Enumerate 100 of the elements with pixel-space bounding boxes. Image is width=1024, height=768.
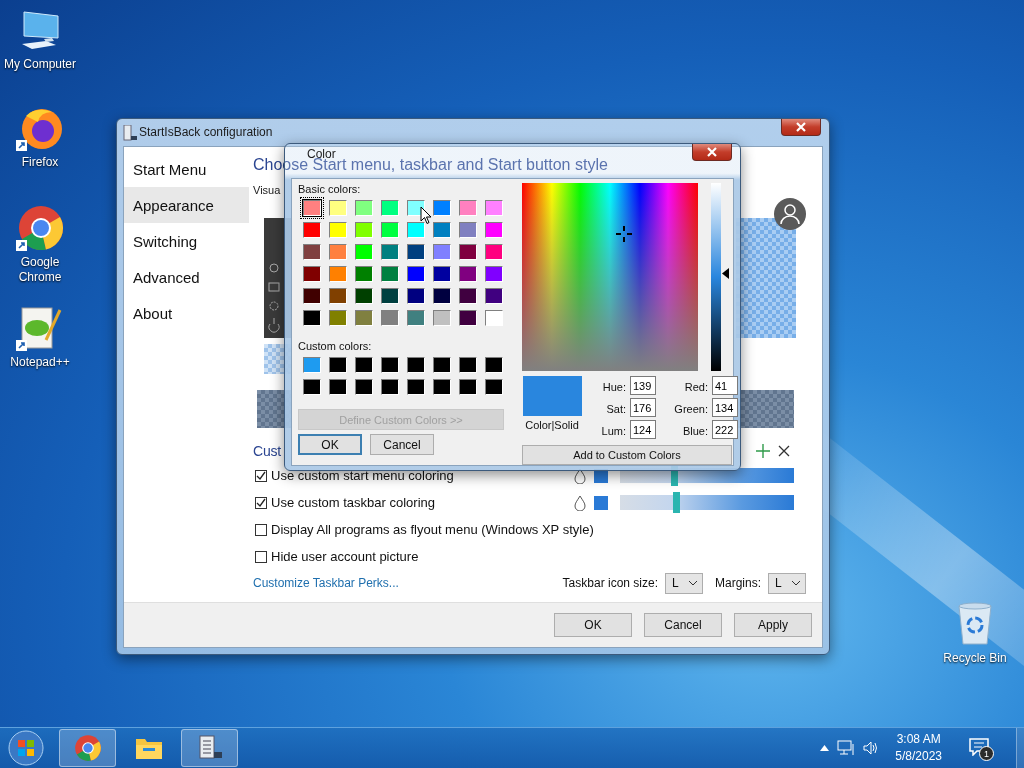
color-swatch[interactable] [329, 244, 347, 260]
color-swatch[interactable] [303, 244, 321, 260]
color-swatch[interactable] [485, 244, 503, 260]
dialog-button[interactable]: Cancel [644, 613, 722, 637]
color-swatch[interactable] [303, 288, 321, 304]
checkbox[interactable] [255, 523, 267, 536]
color-swatch[interactable] [303, 266, 321, 282]
color-swatch[interactable] [303, 222, 321, 238]
color-swatch[interactable] [355, 200, 373, 216]
color-swatch[interactable] [485, 357, 503, 373]
color-swatch[interactable] [407, 288, 425, 304]
color-swatch[interactable] [381, 357, 399, 373]
color-swatch[interactable] [433, 200, 451, 216]
color-swatch[interactable] [329, 379, 347, 395]
luminosity-slider[interactable] [711, 183, 729, 371]
color-square[interactable] [594, 495, 608, 510]
desktop-icon-label[interactable]: Google Chrome [0, 255, 80, 285]
color-swatch[interactable] [433, 357, 451, 373]
color-swatch[interactable] [433, 379, 451, 395]
color-swatch[interactable] [355, 357, 373, 373]
number-field[interactable]: 124 [630, 420, 656, 439]
checkbox-label[interactable]: Use custom start menu coloring [271, 468, 574, 483]
color-swatch[interactable] [355, 222, 373, 238]
color-swatch[interactable] [355, 266, 373, 282]
number-field[interactable]: 222 [712, 420, 738, 439]
color-swatch[interactable] [329, 310, 347, 326]
color-swatch[interactable] [381, 310, 399, 326]
color-swatch[interactable] [329, 200, 347, 216]
color-swatch[interactable] [485, 222, 503, 238]
network-icon[interactable] [837, 740, 856, 756]
dialog-button[interactable]: OK [554, 613, 632, 637]
slider-thumb[interactable] [670, 465, 678, 486]
color-swatch[interactable] [459, 379, 477, 395]
color-swatch[interactable] [433, 222, 451, 238]
nav-item[interactable]: Appearance [124, 187, 249, 223]
dialog-button[interactable]: Apply [734, 613, 812, 637]
color-swatch[interactable] [355, 379, 373, 395]
color-swatch[interactable] [433, 288, 451, 304]
desktop-icon-label[interactable]: My Computer [4, 57, 76, 72]
checkbox[interactable] [255, 469, 267, 482]
checkbox-label[interactable]: Use custom taskbar coloring [271, 495, 574, 510]
color-swatch[interactable] [303, 310, 321, 326]
add-custom-colors-button[interactable]: Add to Custom Colors [522, 445, 732, 465]
checkbox[interactable] [255, 496, 267, 509]
color-swatch[interactable] [303, 379, 321, 395]
color-swatch[interactable] [303, 200, 321, 216]
color-square[interactable] [594, 468, 608, 483]
color-swatch[interactable] [485, 379, 503, 395]
color-swatch[interactable] [355, 244, 373, 260]
checkbox-label[interactable]: Hide user account picture [271, 549, 808, 564]
color-swatch[interactable] [407, 310, 425, 326]
color-swatch[interactable] [485, 288, 503, 304]
color-swatch[interactable] [459, 357, 477, 373]
color-swatch[interactable] [329, 222, 347, 238]
color-swatch[interactable] [459, 222, 477, 238]
color-swatch[interactable] [381, 222, 399, 238]
color-swatch[interactable] [355, 310, 373, 326]
size-select[interactable]: L [665, 572, 703, 594]
color-swatch[interactable] [459, 288, 477, 304]
color-swatch[interactable] [485, 200, 503, 216]
notification-button[interactable]: 1 [964, 733, 994, 763]
color-swatch[interactable] [381, 266, 399, 282]
customize-link[interactable]: Customize Taskbar Perks... [253, 576, 553, 590]
luminosity-arrow-icon[interactable] [722, 268, 729, 280]
number-field[interactable]: 41 [712, 376, 738, 395]
color-spectrum[interactable] [522, 183, 698, 371]
ok-button[interactable]: OK [298, 434, 362, 455]
color-swatch[interactable] [381, 244, 399, 260]
color-intensity-slider[interactable] [620, 495, 794, 510]
color-swatch[interactable] [303, 357, 321, 373]
start-button-icon[interactable] [7, 729, 45, 767]
nav-item[interactable]: About [124, 295, 249, 331]
color-swatch[interactable] [459, 200, 477, 216]
slider-thumb[interactable] [672, 492, 680, 513]
number-field[interactable]: 139 [630, 376, 656, 395]
color-swatch[interactable] [485, 310, 503, 326]
color-swatch[interactable] [407, 379, 425, 395]
color-swatch[interactable] [407, 200, 425, 216]
close-icon[interactable] [778, 445, 790, 457]
color-swatch[interactable] [459, 310, 477, 326]
close-button[interactable] [781, 119, 821, 136]
color-swatch[interactable] [407, 244, 425, 260]
color-intensity-slider[interactable] [620, 468, 794, 483]
color-swatch[interactable] [407, 357, 425, 373]
color-swatch[interactable] [407, 222, 425, 238]
taskbar-button[interactable] [181, 729, 238, 767]
clock-time[interactable]: 3:08 AM [896, 731, 941, 748]
droplet-icon[interactable] [574, 494, 586, 511]
desktop-icon-label[interactable]: Firefox [21, 155, 59, 170]
caret-up-icon[interactable] [820, 745, 830, 751]
color-swatch[interactable] [407, 266, 425, 282]
color-swatch[interactable] [381, 288, 399, 304]
nav-item[interactable]: Switching [124, 223, 249, 259]
nav-item[interactable]: Advanced [124, 259, 249, 295]
color-swatch[interactable] [329, 266, 347, 282]
number-field[interactable]: 134 [712, 398, 738, 417]
color-swatch[interactable] [433, 244, 451, 260]
nav-item[interactable]: Start Menu [124, 151, 249, 187]
color-swatch[interactable] [433, 266, 451, 282]
checkbox[interactable] [255, 550, 267, 563]
